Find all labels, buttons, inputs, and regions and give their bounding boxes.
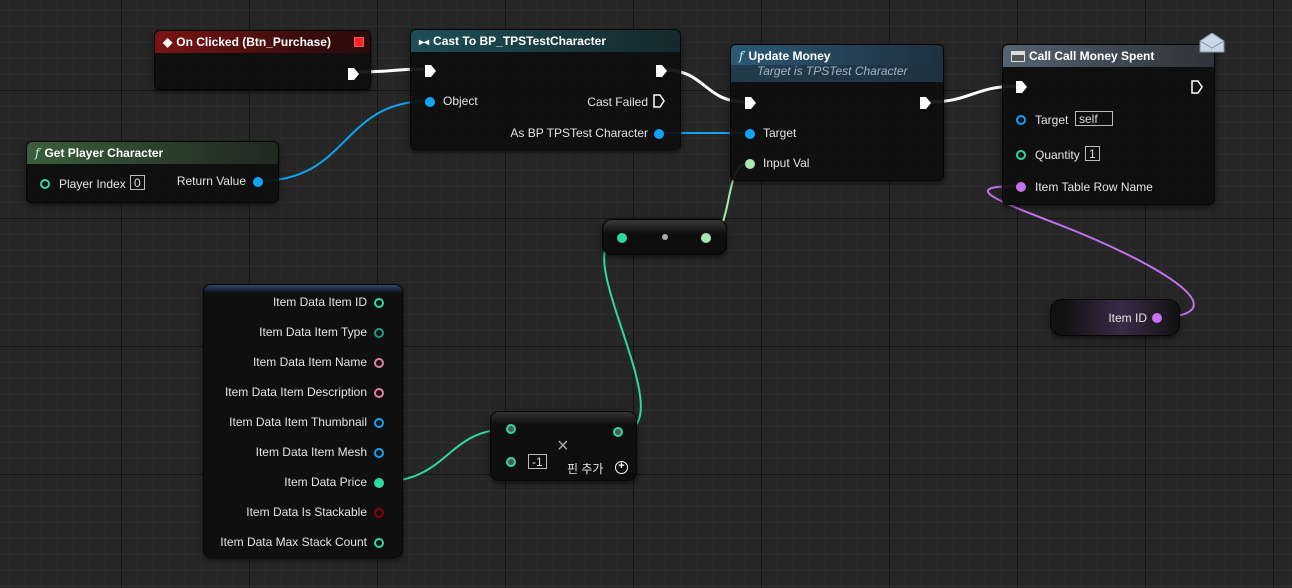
- add-pin-plus-icon[interactable]: +: [615, 461, 628, 474]
- call-row-name-label: Item Table Row Name: [1035, 180, 1153, 194]
- update-money-title: Update Money: [748, 49, 831, 63]
- item-id-variable-node[interactable]: Item ID: [1050, 299, 1180, 336]
- on-clicked-event-node[interactable]: ◆ On Clicked (Btn_Purchase): [154, 30, 371, 90]
- conversion-in-pin[interactable]: [617, 233, 627, 243]
- cast-failed-exec-pin[interactable]: [653, 94, 665, 108]
- conversion-dot-icon: [662, 234, 668, 240]
- event-diamond-icon: ◆: [163, 35, 173, 49]
- call-exec-in-pin[interactable]: [1016, 81, 1027, 93]
- break-item-data-node[interactable]: Item Data Item ID Item Data Item Type Item…: [203, 284, 403, 558]
- conversion-node[interactable]: [602, 219, 727, 255]
- struct-field-label: Item Data Max Stack Count: [220, 535, 367, 549]
- envelope-icon: [1199, 32, 1225, 58]
- struct-field-pin[interactable]: [374, 418, 384, 428]
- struct-field-pin[interactable]: [374, 538, 384, 548]
- function-icon: f: [35, 146, 40, 160]
- dispatcher-icon: [1011, 51, 1025, 63]
- get-player-character-node[interactable]: f Get Player Character Player Index 0 Ret…: [26, 141, 279, 203]
- multiply-operator-icon: ×: [557, 435, 569, 457]
- cast-arrow-icon: ▸◂: [419, 37, 430, 48]
- struct-field-label: Item Data Item Mesh: [255, 445, 367, 459]
- player-index-pin[interactable]: [40, 179, 50, 189]
- cast-title: Cast To BP_TPSTestCharacter: [433, 34, 606, 48]
- call-target-label: Target: [1035, 113, 1069, 127]
- cast-object-pin[interactable]: [425, 97, 435, 107]
- cast-exec-out-pin[interactable]: [656, 65, 667, 77]
- update-money-header[interactable]: f Update Money: [731, 45, 943, 65]
- call-money-spent-title: Call Call Money Spent: [1029, 49, 1155, 63]
- call-quantity-pin[interactable]: [1016, 150, 1026, 160]
- return-value-label: Return Value: [176, 174, 246, 188]
- function-icon: f: [739, 49, 744, 63]
- hollow-exec-icon: [1191, 80, 1203, 94]
- update-target-label: Target: [763, 126, 797, 140]
- player-index-label: Player Index: [59, 177, 126, 191]
- multiply-in-b-pin[interactable]: [506, 457, 516, 467]
- update-money-subtitle: Target is TPSTest Character: [731, 65, 943, 82]
- update-exec-out-pin[interactable]: [920, 97, 931, 109]
- call-money-spent-node[interactable]: Call Call Money Spent Target self Quanti…: [1002, 32, 1225, 205]
- update-target-pin[interactable]: [745, 129, 755, 139]
- update-money-node[interactable]: f Update Money Target is TPSTest Characte…: [730, 44, 944, 181]
- struct-field-pin[interactable]: [374, 328, 384, 338]
- struct-field-label: Item Data Item ID: [272, 295, 367, 309]
- call-quantity-label: Quantity: [1035, 148, 1080, 162]
- call-quantity-input[interactable]: 1: [1085, 146, 1100, 161]
- item-id-out-pin[interactable]: [1152, 313, 1162, 323]
- item-id-label: Item ID: [1108, 311, 1147, 325]
- struct-field-label: Item Data Is Stackable: [246, 505, 367, 519]
- cast-exec-in-pin[interactable]: [425, 65, 436, 77]
- update-exec-in-pin[interactable]: [745, 97, 756, 109]
- on-clicked-header[interactable]: ◆ On Clicked (Btn_Purchase): [155, 31, 370, 53]
- call-row-name-pin[interactable]: [1016, 182, 1026, 192]
- conversion-out-pin[interactable]: [701, 233, 711, 243]
- cast-header[interactable]: ▸◂ Cast To BP_TPSTestCharacter: [411, 30, 680, 52]
- struct-field-label: Item Data Item Thumbnail: [229, 415, 367, 429]
- call-target-pin[interactable]: [1016, 115, 1026, 125]
- multiply-out-pin[interactable]: [613, 427, 623, 437]
- call-money-spent-header[interactable]: Call Call Money Spent: [1003, 45, 1214, 67]
- struct-field-pin[interactable]: [374, 388, 384, 398]
- exec-out-pin[interactable]: [348, 68, 359, 80]
- return-value-pin[interactable]: [253, 177, 263, 187]
- get-player-header[interactable]: f Get Player Character: [27, 142, 278, 164]
- cast-as-character-label: As BP TPSTest Character: [510, 126, 648, 140]
- call-target-input[interactable]: self: [1075, 111, 1113, 126]
- multiply-node[interactable]: -1 × 핀 추가 +: [490, 411, 637, 481]
- object-wire-player-to-cast: [258, 100, 430, 182]
- cast-to-character-node[interactable]: ▸◂ Cast To BP_TPSTestCharacter Object Cas…: [410, 29, 681, 150]
- struct-field-label: Item Data Price: [284, 475, 367, 489]
- float-wire-multiply-to-reroute: [603, 237, 642, 433]
- hollow-exec-icon: [653, 94, 665, 108]
- call-exec-out-pin[interactable]: [1191, 80, 1203, 94]
- update-input-val-label: Input Val: [763, 156, 810, 170]
- struct-field-pin[interactable]: [374, 298, 384, 308]
- cast-as-character-pin[interactable]: [654, 129, 664, 139]
- struct-field-label: Item Data Item Name: [252, 355, 367, 369]
- cast-failed-label: Cast Failed: [587, 95, 648, 109]
- struct-field-label: Item Data Item Description: [224, 385, 367, 399]
- player-index-input[interactable]: 0: [130, 175, 145, 190]
- struct-field-pin[interactable]: [374, 448, 384, 458]
- struct-field-pin[interactable]: [374, 508, 384, 518]
- get-player-title: Get Player Character: [44, 146, 164, 160]
- multiply-in-a-pin[interactable]: [506, 424, 516, 434]
- struct-field-pin[interactable]: [374, 358, 384, 368]
- multiply-b-input[interactable]: -1: [528, 454, 547, 469]
- delegate-output-icon[interactable]: [354, 37, 364, 47]
- struct-field-label: Item Data Item Type: [259, 325, 367, 339]
- struct-field-pin[interactable]: [374, 478, 384, 488]
- add-pin-label[interactable]: 핀 추가: [567, 460, 603, 477]
- on-clicked-title: On Clicked (Btn_Purchase): [176, 35, 331, 49]
- update-input-val-pin[interactable]: [745, 159, 755, 169]
- cast-object-label: Object: [443, 94, 478, 108]
